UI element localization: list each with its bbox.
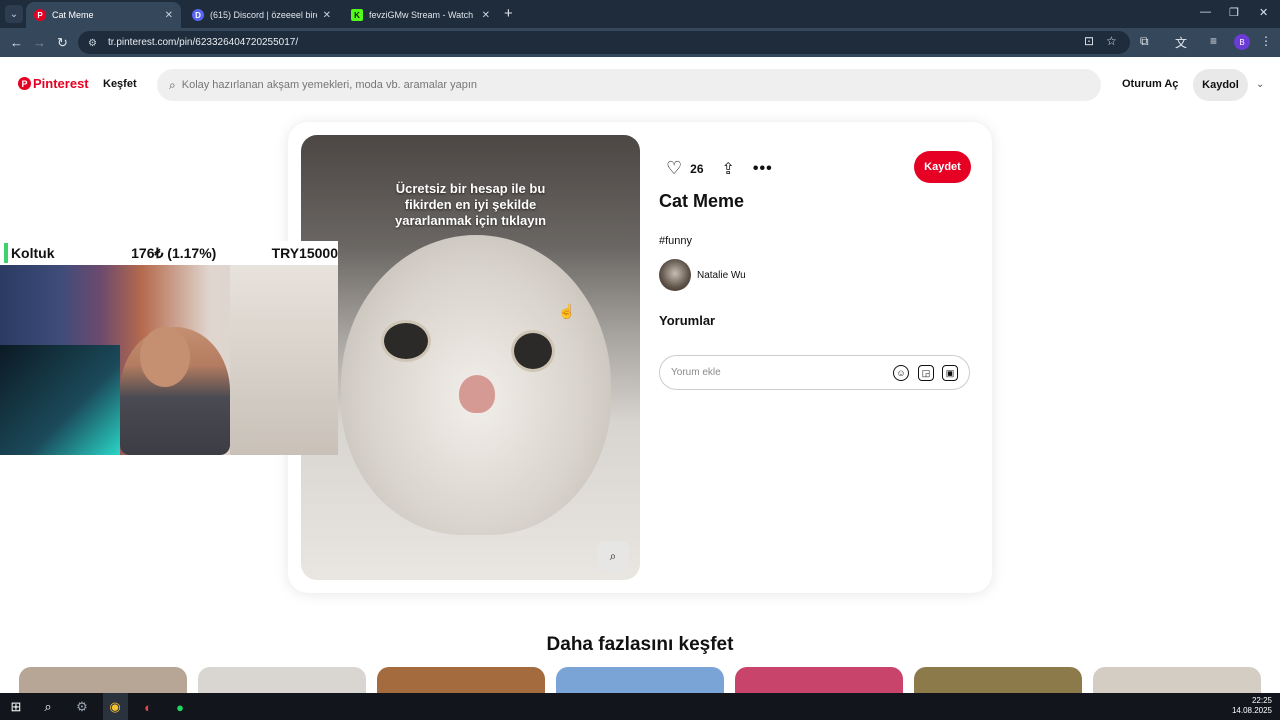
taskbar-search-icon[interactable]: ⌕ bbox=[39, 698, 57, 716]
url-text: tr.pinterest.com/pin/623326404720255017/ bbox=[108, 37, 299, 48]
browser-menu-icon[interactable]: ⋮ bbox=[1260, 34, 1272, 48]
kick-favicon-icon: K bbox=[351, 9, 363, 21]
cat-eye-left bbox=[381, 320, 431, 362]
webcam-monitor bbox=[0, 345, 120, 455]
search-icon: ⌕ bbox=[169, 77, 176, 92]
explore-more-heading: Daha fazlasını keşfet bbox=[546, 634, 734, 655]
cat-nose bbox=[459, 375, 495, 413]
windows-taskbar: ⊞ ⌕ ⚙ ◉ ◐ ● 22:25 14.08.2025 bbox=[0, 693, 1280, 720]
webcam-overlay bbox=[0, 265, 338, 455]
minimize-icon[interactable]: — bbox=[1200, 6, 1211, 18]
site-info-icon[interactable]: ⚙ bbox=[88, 38, 100, 49]
extensions-icon[interactable]: ⧉ bbox=[1140, 34, 1149, 49]
pinterest-logo-icon: P bbox=[18, 77, 31, 90]
search-input[interactable] bbox=[181, 79, 1062, 91]
webcam-person-head bbox=[140, 327, 190, 387]
visual-search-button[interactable]: ⌕ bbox=[597, 541, 629, 571]
signup-button[interactable]: Kaydol bbox=[1193, 69, 1248, 101]
comments-heading: Yorumlar bbox=[659, 313, 716, 328]
logo-text: Pinterest bbox=[33, 76, 89, 91]
address-bar[interactable]: ⚙ tr.pinterest.com/pin/62332640472025501… bbox=[78, 31, 1130, 54]
back-icon[interactable]: ← bbox=[10, 35, 23, 50]
signup-prompt-overlay[interactable]: Ücretsiz bir hesap ile bu fikirden en iy… bbox=[301, 181, 640, 229]
pin-actions: ♡ 26 ⇪ ••• bbox=[666, 158, 773, 179]
tab-title: fevziGMw Stream - Watch Live bbox=[369, 10, 476, 20]
share-icon[interactable]: ⇪ bbox=[722, 159, 735, 179]
more-options-icon[interactable]: ••• bbox=[753, 160, 773, 178]
taskbar-app-icon[interactable]: ◐ bbox=[139, 698, 157, 716]
author-name[interactable]: Natalie Wu bbox=[697, 270, 746, 281]
pinterest-header: P Pinterest Keşfet ⌕ Oturum Aç Kaydol ⌄ bbox=[0, 58, 1280, 112]
pin-title: Cat Meme bbox=[659, 191, 745, 211]
tab-search-button[interactable]: ⌄ bbox=[5, 5, 23, 23]
tab-discord[interactable]: D (615) Discord | özeeeel birey o ✕ bbox=[184, 2, 339, 28]
login-button[interactable]: Oturum Aç bbox=[1122, 78, 1178, 90]
goal-progress: 176₺ (1.17%) bbox=[131, 244, 217, 261]
goal-target: TRY15000 bbox=[271, 245, 338, 261]
cat-eye-right bbox=[511, 330, 555, 372]
explore-link[interactable]: Keşfet bbox=[103, 78, 137, 90]
profile-avatar[interactable]: B bbox=[1234, 34, 1250, 50]
comment-input[interactable] bbox=[671, 367, 891, 378]
pin-tag[interactable]: #funny bbox=[659, 235, 692, 247]
chrome-icon[interactable]: ◉ bbox=[106, 698, 124, 716]
bookmark-star-icon[interactable]: ☆ bbox=[1106, 34, 1117, 48]
reload-icon[interactable]: ↻ bbox=[57, 35, 68, 51]
windows-start-icon[interactable]: ⊞ bbox=[7, 698, 25, 716]
forward-icon[interactable]: → bbox=[33, 35, 46, 50]
restore-icon[interactable]: ❐ bbox=[1229, 6, 1239, 19]
install-app-icon[interactable]: ⊡ bbox=[1084, 34, 1094, 48]
goal-name: Koltuk bbox=[10, 245, 55, 261]
translate-icon[interactable]: 文 bbox=[1175, 34, 1187, 51]
discord-favicon-icon: D bbox=[192, 9, 204, 21]
cat-face bbox=[341, 235, 611, 535]
media-control-icon[interactable]: ≡ bbox=[1210, 34, 1217, 48]
clock-time: 22:25 bbox=[1251, 696, 1272, 705]
chevron-down-icon[interactable]: ⌄ bbox=[1256, 79, 1264, 90]
hand-cursor-icon: ☝ bbox=[558, 303, 576, 319]
tab-title: (615) Discord | özeeeel birey o bbox=[210, 10, 317, 20]
taskbar-app-icon[interactable]: ⚙ bbox=[73, 698, 91, 716]
close-window-icon[interactable]: ✕ bbox=[1259, 6, 1268, 19]
spotify-icon[interactable]: ● bbox=[171, 698, 189, 716]
pin-author[interactable]: Natalie Wu bbox=[659, 259, 746, 291]
author-avatar[interactable] bbox=[659, 259, 691, 291]
clock-date: 14.08.2025 bbox=[1231, 706, 1272, 715]
tab-title: Cat Meme bbox=[52, 10, 94, 20]
close-tab-icon[interactable]: ✕ bbox=[323, 10, 331, 21]
lens-icon: ⌕ bbox=[609, 548, 617, 563]
emoji-icon[interactable]: ☺ bbox=[893, 365, 909, 381]
webcam-wall bbox=[230, 265, 338, 455]
image-upload-icon[interactable]: ▣ bbox=[942, 365, 958, 381]
stream-goal-bar: Koltuk 176₺ (1.17%) TRY15000 bbox=[0, 241, 338, 265]
close-tab-icon[interactable]: ✕ bbox=[165, 10, 173, 21]
sticker-icon[interactable]: ◲ bbox=[918, 365, 934, 381]
pin-image[interactable]: Ücretsiz bir hesap ile bu fikirden en iy… bbox=[301, 135, 640, 580]
close-tab-icon[interactable]: ✕ bbox=[482, 10, 490, 21]
new-tab-icon[interactable]: + bbox=[504, 5, 513, 22]
goal-indicator bbox=[4, 243, 8, 263]
like-count: 26 bbox=[690, 161, 704, 176]
taskbar-clock[interactable]: 22:25 14.08.2025 bbox=[1232, 696, 1272, 716]
tab-kick-stream[interactable]: K fevziGMw Stream - Watch Live ✕ bbox=[343, 2, 498, 28]
pinterest-logo[interactable]: P Pinterest bbox=[18, 76, 89, 91]
heart-icon[interactable]: ♡ bbox=[666, 158, 682, 179]
pinterest-favicon-icon: P bbox=[34, 9, 46, 21]
comment-box[interactable]: ☺ ◲ ▣ bbox=[659, 355, 970, 390]
browser-tab-strip: ⌄ P Cat Meme ✕ D (615) Discord | özeeeel… bbox=[0, 0, 1280, 28]
save-button[interactable]: Kaydet bbox=[914, 151, 971, 183]
search-bar[interactable]: ⌕ bbox=[157, 69, 1101, 101]
browser-toolbar: ← → ↻ ⚙ tr.pinterest.com/pin/62332640472… bbox=[0, 28, 1280, 57]
tab-cat-meme[interactable]: P Cat Meme ✕ bbox=[26, 2, 181, 28]
